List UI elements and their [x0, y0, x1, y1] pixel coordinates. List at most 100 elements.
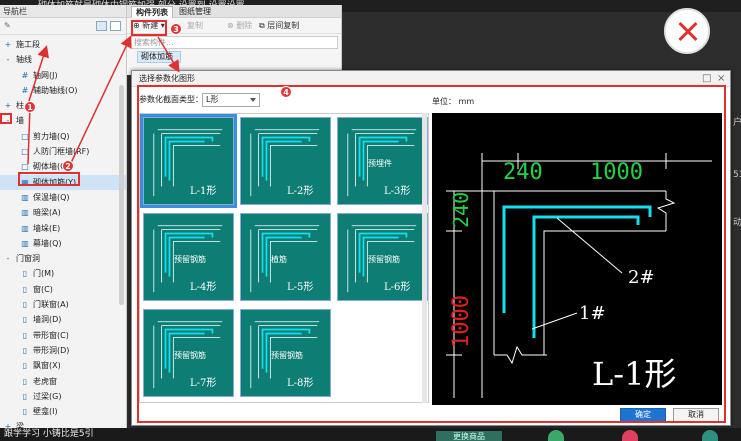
ok-button[interactable]: 确定: [620, 408, 666, 422]
sidebar-item[interactable]: - 门窗洞: [0, 251, 126, 266]
green-circle-icon[interactable]: [548, 430, 564, 441]
thumbnail-sublabel: 预留钢筋: [368, 255, 400, 264]
grid-view-icon[interactable]: [110, 21, 121, 31]
sidebar-item[interactable]: ▯ 墙洞(D): [0, 312, 126, 327]
thumbnail-sublabel: 预埋件: [368, 159, 392, 168]
expand-toggle-icon[interactable]: -: [3, 254, 13, 263]
expand-toggle-icon[interactable]: -: [3, 116, 13, 125]
component-item[interactable]: 砌体加筋: [137, 51, 181, 63]
sidebar-item-label: 门(M): [33, 269, 55, 279]
component-type-icon: ▯: [22, 315, 28, 325]
sidebar-item-label: 带形洞(D): [33, 345, 70, 355]
sidebar-item-label: 施工段: [16, 40, 40, 49]
component-type-icon: #: [21, 85, 29, 95]
thumbnail-label: L-3形: [384, 186, 411, 197]
step-marker-4: 4: [280, 86, 292, 98]
thumbnail-scrollbar[interactable]: [422, 113, 427, 403]
component-type-icon: ▯: [22, 345, 28, 355]
sidebar-item[interactable]: ▥ 墙垛(E): [0, 221, 126, 236]
sidebar-item[interactable]: -墙: [0, 113, 126, 128]
sidebar-item[interactable]: ▯ 窗(C): [0, 282, 126, 297]
sidebar-item[interactable]: ▯ 飘窗(X): [0, 358, 126, 373]
shape-thumbnail[interactable]: L-8形 预留钢筋: [240, 309, 331, 397]
chevron-down-icon: [250, 98, 256, 102]
sidebar-item[interactable]: □ 剪力墙(Q): [0, 129, 126, 144]
shape-thumbnail[interactable]: L-3形 预埋件: [337, 117, 428, 205]
sidebar-item[interactable]: □ 人防门框墙(RF): [0, 144, 126, 159]
shape-thumbnail-drawing: [250, 129, 320, 197]
sidebar-item-label: 老虎窗: [33, 376, 57, 386]
preview-dim-top-left: 240: [503, 160, 543, 185]
navigation-panel: 导航栏 ✎ + 施工段 - 轴线 # 轴网(J) # 辅助轴线(O) + 柱 - 墙 □ 剪力墙(Q) □ 人…: [0, 5, 127, 431]
tab-drawing-management[interactable]: 图纸管理: [175, 6, 215, 18]
sidebar-item[interactable]: + 施工段: [0, 37, 126, 52]
component-search-input[interactable]: 搜索构件...: [130, 36, 338, 49]
thumbnail-label: L-1形: [190, 186, 217, 197]
new-button[interactable]: ⊕ 新建 ▾: [133, 20, 165, 32]
component-type-icon: ▦: [21, 177, 29, 187]
change-product-button[interactable]: 更换商品: [436, 431, 502, 441]
component-tabs: 构件列表 图纸管理: [127, 5, 341, 18]
copy-button[interactable]: 复制: [187, 20, 203, 32]
expand-toggle-icon[interactable]: +: [3, 101, 13, 110]
sidebar-item[interactable]: ▯ 门(M): [0, 266, 126, 281]
shape-thumbnail[interactable]: L-5形 植筋: [240, 213, 331, 301]
dialog-close-icon[interactable]: ×: [717, 71, 725, 87]
layer-copy-button[interactable]: ⧉ 层间复制: [259, 20, 299, 32]
sidebar-item[interactable]: # 辅助轴线(O): [0, 83, 126, 98]
navigation-scrollbar[interactable]: [119, 85, 124, 305]
component-type-icon: ▯: [22, 361, 28, 371]
sidebar-item[interactable]: ▥ 暗梁(A): [0, 205, 126, 220]
close-icon[interactable]: [664, 8, 710, 54]
component-type-icon: □: [21, 147, 29, 157]
maximize-icon[interactable]: □: [702, 71, 711, 87]
shape-thumbnail[interactable]: L-6形 预留钢筋: [337, 213, 428, 301]
pin-icon[interactable]: ✎: [4, 21, 11, 30]
sidebar-item-label: 砌体加筋(Y): [33, 177, 77, 187]
list-view-icon[interactable]: [96, 21, 107, 31]
parametric-shape-dialog: 选择参数化图形 □ × 参数化截面类型： L形 单位： mm L-1形 L-2形 L…: [131, 70, 731, 426]
sidebar-item[interactable]: ▦ 砌体加筋(Y): [0, 174, 126, 190]
sidebar-item-label: 墙: [16, 116, 24, 126]
thumbnail-label: L-7形: [190, 378, 217, 389]
sidebar-item[interactable]: # 轴网(J): [0, 68, 126, 83]
shape-thumbnail-drawing: [153, 129, 223, 197]
sidebar-item[interactable]: ▥ 保温墙(Q): [0, 190, 126, 205]
sidebar-item-label: 剪力墙(Q): [33, 131, 70, 141]
sidebar-item[interactable]: ▯ 带形窗(C): [0, 328, 126, 343]
component-list-panel: 构件列表 图纸管理 ⊕ 新建 ▾ 复制 ⊗ 删除 ⧉ 层间复制 搜索构件... …: [127, 5, 342, 75]
shape-thumbnail[interactable]: L-4形 预留钢筋: [143, 213, 234, 301]
expand-toggle-icon[interactable]: -: [3, 55, 13, 64]
shape-thumbnail[interactable]: L-1形: [140, 114, 237, 208]
cancel-button[interactable]: 取消: [673, 408, 719, 422]
sidebar-item-label: 窗(C): [33, 284, 53, 294]
sidebar-item[interactable]: + 柱: [0, 98, 126, 113]
shape-thumbnail[interactable]: L-7形 预留钢筋: [143, 309, 234, 397]
preview-dim-top-right: 1000: [590, 160, 643, 185]
tab-component-list[interactable]: 构件列表: [131, 6, 173, 18]
new-button-label: 新建: [142, 21, 159, 30]
sidebar-item[interactable]: ▯ 带形洞(D): [0, 343, 126, 358]
step-marker-1: 1: [24, 101, 36, 113]
sidebar-item[interactable]: ▯ 过梁(G): [0, 389, 126, 404]
preview-shape-label: L-1形: [592, 355, 676, 393]
sidebar-item[interactable]: ▥ 幕墙(Q): [0, 236, 126, 251]
shape-thumbnail[interactable]: L-2形: [240, 117, 331, 205]
sidebar-item[interactable]: ▯ 门联窗(A): [0, 297, 126, 312]
cart-icon[interactable]: [622, 430, 638, 441]
component-type-icon: ▯: [22, 376, 28, 386]
share-icon[interactable]: [702, 430, 718, 441]
unit-text: 单位： mm: [432, 96, 474, 107]
expand-toggle-icon[interactable]: +: [3, 40, 13, 49]
dialog-title-bar: 选择参数化图形 □ ×: [132, 71, 730, 87]
delete-button[interactable]: ⊗ 删除: [227, 20, 252, 32]
preview-bar-2-label: 2#: [628, 267, 655, 288]
sidebar-item-label: 门联窗(A): [33, 300, 69, 310]
sidebar-item-label: 飘窗(X): [33, 361, 61, 371]
component-type-icon: □: [21, 162, 29, 172]
sidebar-item[interactable]: - 轴线: [0, 52, 126, 67]
sidebar-item[interactable]: ▯ 老虎窗: [0, 374, 126, 389]
shape-preview: 240 1000 240 1000 2# 1# L-1形: [432, 113, 722, 405]
sidebar-item[interactable]: ▯ 壁龛(I): [0, 404, 126, 419]
section-type-select[interactable]: L形: [202, 93, 260, 107]
